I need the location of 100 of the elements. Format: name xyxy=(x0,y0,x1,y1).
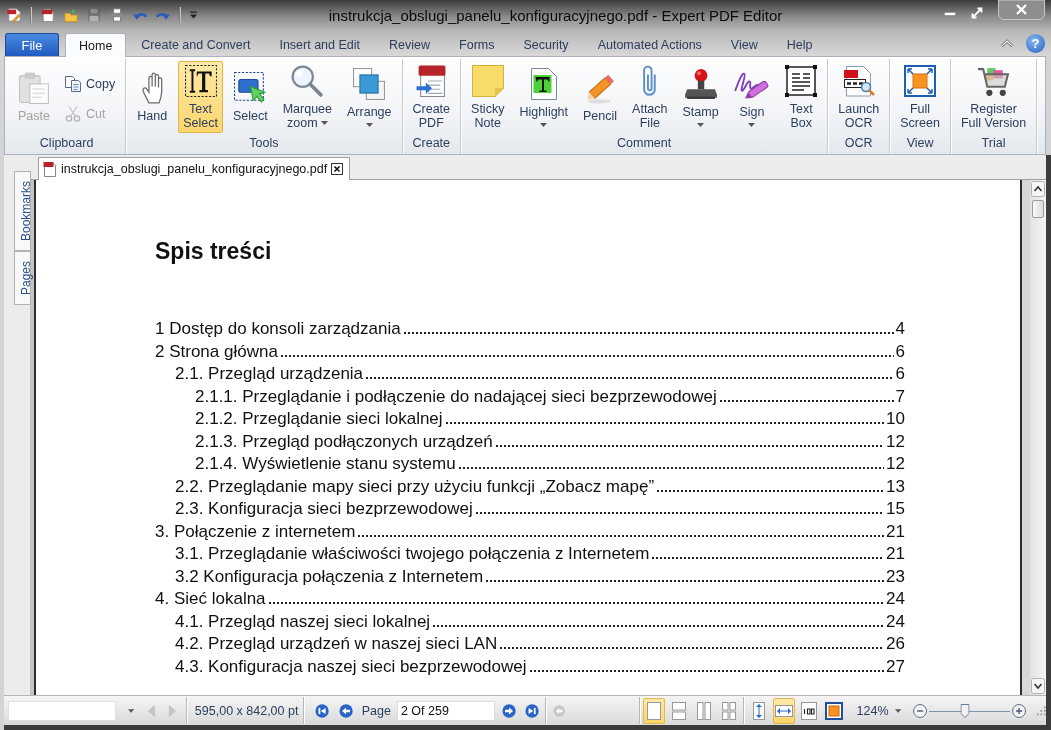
arrow-left-icon[interactable] xyxy=(338,702,353,719)
printer-icon[interactable] xyxy=(110,7,125,23)
file-menu-button[interactable]: File xyxy=(5,33,59,56)
resize-grip-icon[interactable] xyxy=(1036,705,1046,716)
group-label: View xyxy=(905,136,935,152)
pencil-icon xyxy=(584,72,617,104)
ribbon-button[interactable]: Text Select xyxy=(178,61,223,133)
close-icon[interactable] xyxy=(331,163,344,175)
ribbon-button[interactable]: Launch OCR xyxy=(833,61,885,133)
page-heading: Spis treści xyxy=(155,238,272,264)
ribbon-tab[interactable]: Home xyxy=(65,33,127,57)
pdf-file-icon[interactable] xyxy=(40,7,55,23)
ribbon-tab[interactable]: Security xyxy=(509,33,583,56)
ocr-document-icon xyxy=(842,65,875,97)
zoom-in-icon[interactable] xyxy=(1012,702,1027,719)
ribbon-tab[interactable]: Create and Convert xyxy=(127,33,265,56)
ribbon-tab[interactable]: Review xyxy=(375,33,445,56)
ribbon-button[interactable]: Full Screen xyxy=(895,61,945,133)
ribbon-tab[interactable]: Insert and Edit xyxy=(265,33,375,56)
hand-icon xyxy=(141,72,163,104)
page-number: 27 xyxy=(886,656,905,677)
scrollbar-thumb[interactable] xyxy=(1032,200,1044,218)
page-number: 4 xyxy=(895,319,905,339)
dropdown-caret-icon[interactable] xyxy=(189,11,197,19)
slider-thumb[interactable] xyxy=(960,703,970,718)
ribbon-tab[interactable]: Forms xyxy=(445,33,509,56)
clipboard-icon xyxy=(19,72,49,104)
scroll-up-icon[interactable] xyxy=(1031,181,1045,197)
app-icon xyxy=(7,7,22,23)
toc-entry: 2 Strona główna xyxy=(155,341,278,362)
group-label: Trial xyxy=(980,136,1007,152)
toc-entry: 3.1. Przeglądanie właściwości twojego połączenia z Internetem xyxy=(175,544,650,564)
minimize-icon[interactable] xyxy=(944,12,956,16)
page-layout-button[interactable] xyxy=(642,697,665,724)
toc-entry: 3.2 Konfiguracja połączenia z Internetem xyxy=(175,566,484,587)
scissors-icon xyxy=(65,106,81,122)
fit-width-icon xyxy=(774,704,793,717)
arrow-right-icon[interactable] xyxy=(501,702,517,719)
copy-icon xyxy=(65,76,81,92)
ribbon-button[interactable]: Select xyxy=(227,61,273,133)
page-size-text: 595,00 x 842,00 pt xyxy=(194,703,299,718)
toc-entry: 2.1.1. Przeglądanie i podłączenie do nadającej sieci bezprzewodowej xyxy=(195,386,717,407)
page-number: 23 xyxy=(886,566,905,587)
ribbon-button[interactable]: Highlight xyxy=(514,61,574,133)
ribbon-button[interactable]: Hand xyxy=(131,61,174,133)
skip-last-icon[interactable] xyxy=(525,702,540,719)
page-number: 24 xyxy=(886,589,905,609)
page-number: 10 xyxy=(886,409,905,429)
scroll-down-icon[interactable] xyxy=(1031,678,1045,694)
ribbon-button[interactable]: Sticky Note xyxy=(466,61,510,133)
toc-entry: 2.2. Przeglądanie mapy sieci przy użyciu funkcji „Zobacz mapę” xyxy=(175,476,655,497)
pdf-file-icon xyxy=(43,161,57,177)
document-tab[interactable]: instrukcja_obslugi_panelu_konfiguracyjnego.pdf xyxy=(38,157,351,180)
caret-icon[interactable] xyxy=(894,708,901,713)
page-number: 12 xyxy=(886,454,905,474)
vertical-scrollbar[interactable] xyxy=(1030,180,1046,695)
group-label: Create xyxy=(411,136,452,152)
toc-entry: 2.3. Konfiguracja sieci bezprzewodowej xyxy=(175,499,473,519)
ribbon-button[interactable]: Register Full Version xyxy=(955,61,1032,133)
ribbon-button[interactable]: Text Box xyxy=(780,61,823,133)
toc-entry: 1 Dostęp do konsoli zarządzania xyxy=(155,319,401,339)
two-columns-icon xyxy=(696,701,711,720)
text-box-icon xyxy=(785,65,818,97)
page-number: 15 xyxy=(886,499,905,519)
pdf-document-icon xyxy=(416,65,447,97)
ribbon-button[interactable]: Marquee zoom xyxy=(277,61,338,133)
ribbon-tab[interactable]: Automated Actions xyxy=(583,33,716,56)
stamp-icon xyxy=(683,68,718,100)
actual-size-icon xyxy=(800,701,817,720)
magnifier-icon xyxy=(291,65,324,97)
group-label: OCR xyxy=(843,136,874,152)
folder-icon[interactable] xyxy=(63,7,78,23)
chevron-up-icon[interactable] xyxy=(1001,39,1013,47)
combo-field[interactable] xyxy=(8,700,116,721)
page-number-field[interactable]: 2 Of 259 xyxy=(396,700,495,721)
text-cursor-icon xyxy=(184,65,217,97)
window-title: instrukcja_obslugi_panelu_konfiguracyjnego.pdf - Expert PDF Editor xyxy=(327,6,784,24)
page-number: 12 xyxy=(886,431,905,452)
maximize-icon[interactable] xyxy=(971,7,983,19)
skip-first-icon[interactable] xyxy=(315,702,330,719)
paperclip-icon xyxy=(642,65,658,97)
ribbon-tab[interactable]: Help xyxy=(772,33,827,56)
stacked-pages-icon xyxy=(671,701,686,720)
group-label: Comment xyxy=(616,136,673,152)
ribbon-button[interactable]: Attach File xyxy=(627,61,673,133)
zoom-value[interactable]: 124% xyxy=(856,703,889,718)
page-icon xyxy=(646,701,661,720)
ribbon-button[interactable]: Stamp xyxy=(677,61,724,133)
ribbon-button[interactable]: Arrange xyxy=(342,61,397,133)
zoom-out-icon[interactable] xyxy=(912,702,927,719)
ribbon-button[interactable]: Create PDF xyxy=(407,61,456,133)
caret-icon[interactable] xyxy=(128,708,135,713)
toc-entry: 4. Sieć lokalna xyxy=(155,589,266,609)
ribbon-tab[interactable]: View xyxy=(716,33,772,56)
group-label: Clipboard xyxy=(38,136,95,152)
ribbon-button[interactable]: Pencil xyxy=(578,61,623,133)
ribbon-button[interactable]: Sign xyxy=(728,61,776,133)
side-panel-tab[interactable]: Bookmarks xyxy=(15,172,30,251)
toc-entry: 4.2. Przegląd urządzeń w naszej sieci LAN xyxy=(175,634,498,654)
page-number: 24 xyxy=(886,611,905,632)
